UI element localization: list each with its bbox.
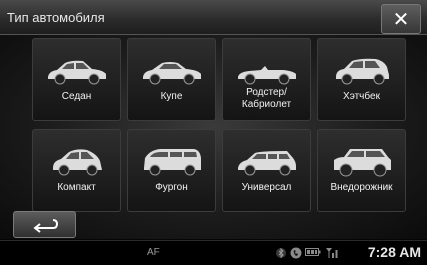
car-type-van[interactable]: Фургон: [127, 129, 216, 212]
sedan-car-icon: [48, 60, 106, 85]
close-button[interactable]: ✕: [381, 4, 421, 34]
suv-car-icon: [334, 149, 391, 177]
bluetooth-icon: [276, 247, 286, 259]
phone-icon: [290, 247, 302, 259]
car-type-label: Седан: [61, 91, 92, 102]
car-type-label: Фургон: [155, 182, 188, 193]
car-type-label: Хэтчбек: [343, 91, 380, 102]
car-type-suv[interactable]: Внедорожник: [317, 129, 406, 212]
car-type-label: Универсал: [241, 182, 292, 193]
car-type-compact[interactable]: Компакт: [32, 129, 121, 212]
convertible-car-icon: [238, 66, 296, 85]
title-bar: Тип автомобиля ✕: [0, 0, 427, 35]
coupe-car-icon: [143, 62, 201, 85]
car-type-grid: Седан Купе Родстер/ Кабриолет Хэтчбек Ко…: [32, 38, 407, 212]
compact-car-icon: [53, 149, 102, 176]
car-type-wagon[interactable]: Универсал: [222, 129, 311, 212]
wagon-car-icon: [238, 151, 296, 176]
close-icon: ✕: [392, 8, 410, 31]
signal-icon: [326, 248, 338, 258]
car-type-label: Родстер/ Кабриолет: [241, 87, 292, 110]
car-type-hatchback[interactable]: Хэтчбек: [317, 38, 406, 121]
car-type-label: Купе: [160, 91, 183, 102]
car-type-sedan[interactable]: Седан: [32, 38, 121, 121]
car-type-roadster[interactable]: Родстер/ Кабриолет: [222, 38, 311, 121]
clock: 7:28 AM: [367, 244, 421, 260]
car-type-coupe[interactable]: Купе: [127, 38, 216, 121]
page-title: Тип автомобиля: [7, 10, 105, 25]
battery-icon: [305, 248, 321, 256]
back-button[interactable]: [13, 211, 76, 238]
back-arrow-icon: [32, 218, 58, 233]
af-indicator: AF: [147, 247, 160, 258]
car-type-label: Компакт: [57, 182, 96, 193]
hatchback-car-icon: [336, 58, 389, 85]
van-car-icon: [144, 149, 201, 176]
status-bar: AF 7:28 AM: [0, 240, 427, 265]
car-type-panel: Седан Купе Родстер/ Кабриолет Хэтчбек Ко…: [0, 35, 427, 239]
car-type-label: Внедорожник: [330, 182, 393, 193]
